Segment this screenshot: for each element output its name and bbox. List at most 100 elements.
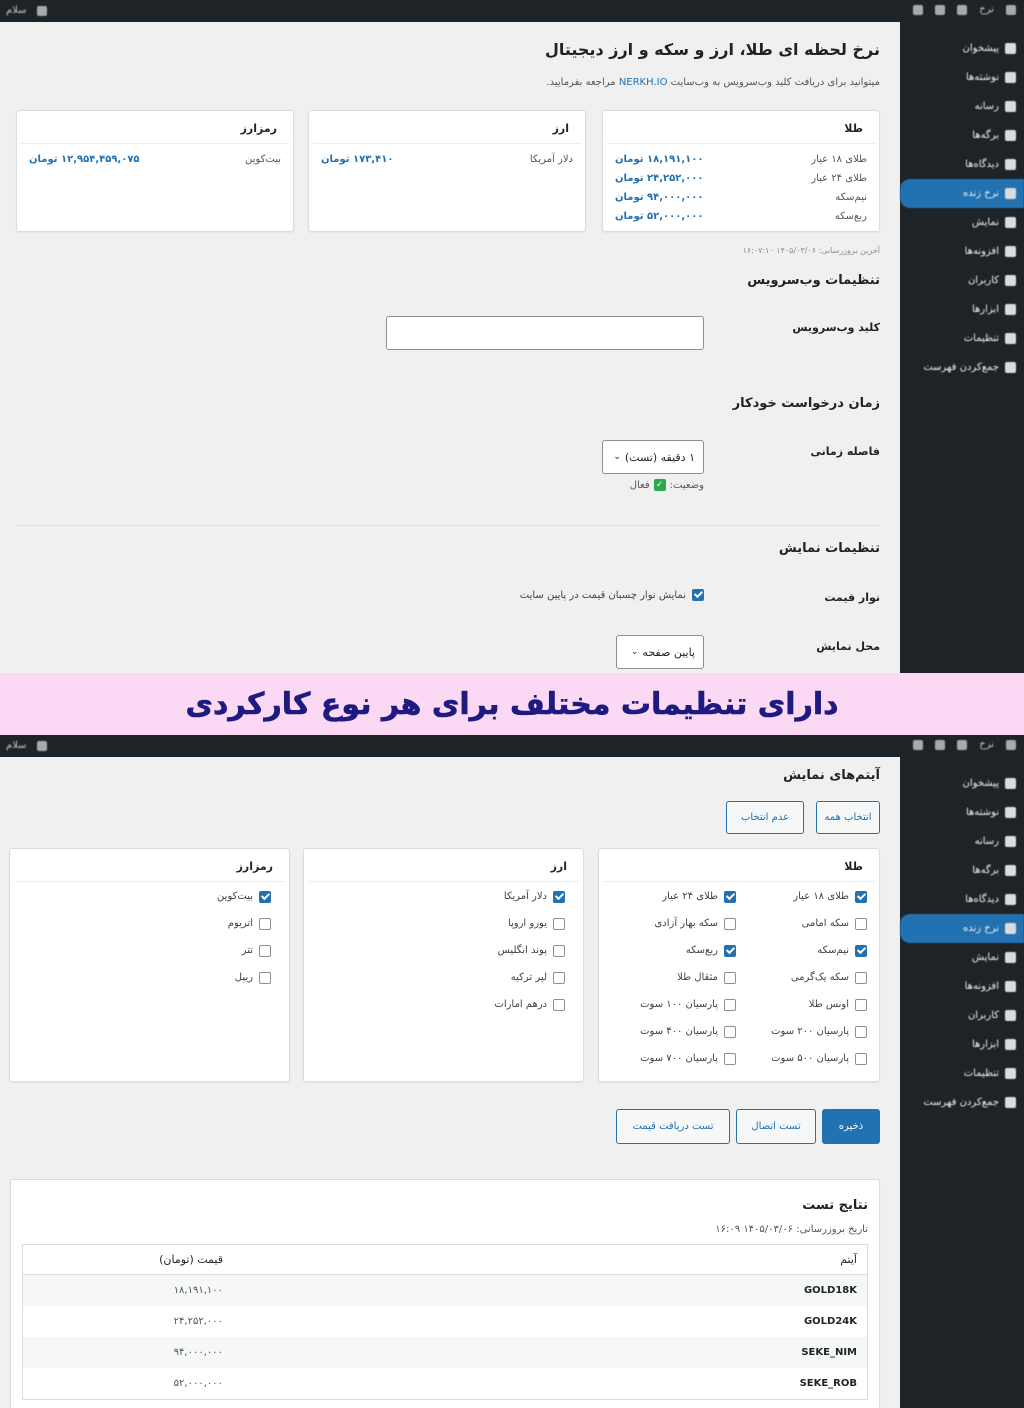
nerkh-link[interactable]: NERKH.IO (619, 77, 668, 88)
sidebar-item[interactable]: برگه‌ها (900, 121, 1024, 150)
checkbox[interactable] (259, 917, 271, 930)
select-all-button[interactable]: انتخاب همه (816, 801, 880, 834)
checkbox[interactable] (855, 998, 867, 1011)
checkbox[interactable] (724, 890, 736, 903)
admin-bar-greeting[interactable]: سلام (6, 740, 27, 751)
item-checkbox[interactable]: اونس طلا (746, 991, 867, 1018)
item-checkbox[interactable]: درهم امارات (494, 991, 565, 1018)
sidebar-item[interactable]: کاربران (900, 266, 1024, 295)
position-select[interactable]: پایین صفحه ⌄ (616, 635, 704, 669)
sidebar-item[interactable]: نمایش (900, 943, 1024, 972)
price-value: ۱۲,۹۵۴,۴۵۹,۰۷۵ تومان (29, 154, 140, 165)
item-checkbox[interactable]: سکه امامی (746, 910, 867, 937)
item-checkbox[interactable]: پارسیان ۲۰۰ سوت (746, 1018, 867, 1045)
new-icon[interactable] (913, 4, 924, 15)
item-checkbox[interactable]: اتریوم (217, 910, 271, 937)
admin-bar-site[interactable]: نرخ (979, 4, 994, 15)
sidebar-item[interactable]: پیشخوان (900, 769, 1024, 798)
checkbox[interactable] (724, 917, 736, 930)
comments-icon[interactable] (935, 4, 946, 15)
checkbox[interactable] (553, 971, 565, 984)
test-price-button[interactable]: تست دریافت قیمت (616, 1109, 730, 1144)
sidebar-item[interactable]: پیشخوان (900, 34, 1024, 63)
sidebar-item[interactable]: افزونه‌ها (900, 237, 1024, 266)
sidebar-item[interactable]: تنظیمات (900, 324, 1024, 353)
checkbox[interactable] (259, 890, 271, 903)
home-icon[interactable] (1006, 4, 1016, 15)
sidebar-item[interactable]: نوشته‌ها (900, 63, 1024, 92)
sidebar-item[interactable]: کاربران (900, 1001, 1024, 1030)
checkbox[interactable] (692, 589, 704, 601)
test-connection-button[interactable]: تست اتصال (736, 1109, 816, 1144)
sidebar-item[interactable]: نمایش (900, 208, 1024, 237)
sidebar-item[interactable]: دیدگاه‌ها (900, 150, 1024, 179)
checkbox[interactable] (553, 917, 565, 930)
price-bar-checkbox[interactable]: نمایش نوار چسبان قیمت در پایین سایت (520, 589, 704, 601)
checkbox[interactable] (724, 1052, 736, 1065)
admin-bar-greeting[interactable]: سلام (6, 5, 27, 16)
sidebar-item[interactable]: ابزارها (900, 1030, 1024, 1059)
sidebar-item[interactable]: جمع‌کردن فهرست (900, 1088, 1024, 1117)
item-checkbox[interactable]: ربع‌سکه (615, 937, 736, 964)
item-checkbox[interactable]: بیت‌کوین (217, 883, 271, 910)
checkbox[interactable] (259, 971, 271, 984)
checkbox[interactable] (855, 1052, 867, 1065)
checkbox[interactable] (553, 944, 565, 957)
checkbox[interactable] (724, 944, 736, 957)
checkbox[interactable] (259, 944, 271, 957)
item-checkbox[interactable]: مثقال طلا (615, 964, 736, 991)
interval-select[interactable]: ۱ دقیقه (تست) ⌄ (602, 440, 704, 474)
item-checkbox[interactable]: تتر (217, 937, 271, 964)
checkbox[interactable] (855, 944, 867, 957)
checkbox[interactable] (855, 890, 867, 903)
comments-icon[interactable] (935, 739, 946, 750)
sidebar-item[interactable]: رسانه (900, 92, 1024, 121)
updates-icon[interactable] (957, 4, 968, 15)
item-checkbox[interactable]: پارسیان ۱۰۰ سوت (615, 991, 736, 1018)
admin-bar-site[interactable]: نرخ (979, 739, 994, 750)
item-checkbox[interactable]: پارسیان ۵۰۰ سوت (746, 1045, 867, 1072)
item-checkbox[interactable]: سکه بهار آزادی (615, 910, 736, 937)
checkbox[interactable] (553, 890, 565, 903)
checkbox[interactable] (724, 971, 736, 984)
item-checkbox[interactable]: یورو اروپا (494, 910, 565, 937)
sidebar-item[interactable]: نوشته‌ها (900, 798, 1024, 827)
checkbox[interactable] (553, 998, 565, 1011)
item-checkbox[interactable]: دلار آمریکا (494, 883, 565, 910)
price-label: طلای ۲۴ عیار (811, 173, 867, 184)
item-checkbox[interactable]: سکه یک‌گرمی (746, 964, 867, 991)
menu-icon (1005, 778, 1016, 789)
checkbox[interactable] (724, 1025, 736, 1038)
updates-icon[interactable] (957, 739, 968, 750)
item-checkbox[interactable]: پوند انگلیس (494, 937, 565, 964)
item-checkbox[interactable]: لیر ترکیه (494, 964, 565, 991)
deselect-all-button[interactable]: عدم انتخاب (726, 801, 804, 834)
save-button[interactable]: ذخیره (822, 1109, 880, 1144)
sidebar-item[interactable]: رسانه (900, 827, 1024, 856)
item-checkbox[interactable]: طلای ۱۸ عیار (746, 883, 867, 910)
item-label: نیم‌سکه (817, 945, 849, 956)
wp-logo-icon[interactable] (36, 740, 47, 751)
item-checkbox[interactable]: پارسیان ۷۰۰ سوت (615, 1045, 736, 1072)
checkbox[interactable] (855, 917, 867, 930)
checkbox[interactable] (855, 971, 867, 984)
item-checkbox[interactable]: نیم‌سکه (746, 937, 867, 964)
webservice-key-input[interactable] (386, 316, 704, 350)
wp-logo-icon[interactable] (36, 5, 47, 16)
sidebar-item[interactable]: جمع‌کردن فهرست (900, 353, 1024, 382)
sidebar-item[interactable]: دیدگاه‌ها (900, 885, 1024, 914)
sidebar-item[interactable]: برگه‌ها (900, 856, 1024, 885)
checkbox[interactable] (724, 998, 736, 1011)
checkbox[interactable] (855, 1025, 867, 1038)
sidebar-item[interactable]: نرخ زنده (900, 914, 1024, 943)
sidebar-item[interactable]: ابزارها (900, 295, 1024, 324)
new-icon[interactable] (913, 739, 924, 750)
sidebar-item[interactable]: تنظیمات (900, 1059, 1024, 1088)
item-checkbox[interactable]: طلای ۲۴ عیار (615, 883, 736, 910)
item-checkbox[interactable]: ریپل (217, 964, 271, 991)
item-checkbox[interactable]: پارسیان ۴۰۰ سوت (615, 1018, 736, 1045)
sidebar-item[interactable]: نرخ زنده (900, 179, 1024, 208)
sidebar-item-label: جمع‌کردن فهرست (923, 1097, 999, 1108)
sidebar-item[interactable]: افزونه‌ها (900, 972, 1024, 1001)
home-icon[interactable] (1006, 739, 1016, 750)
